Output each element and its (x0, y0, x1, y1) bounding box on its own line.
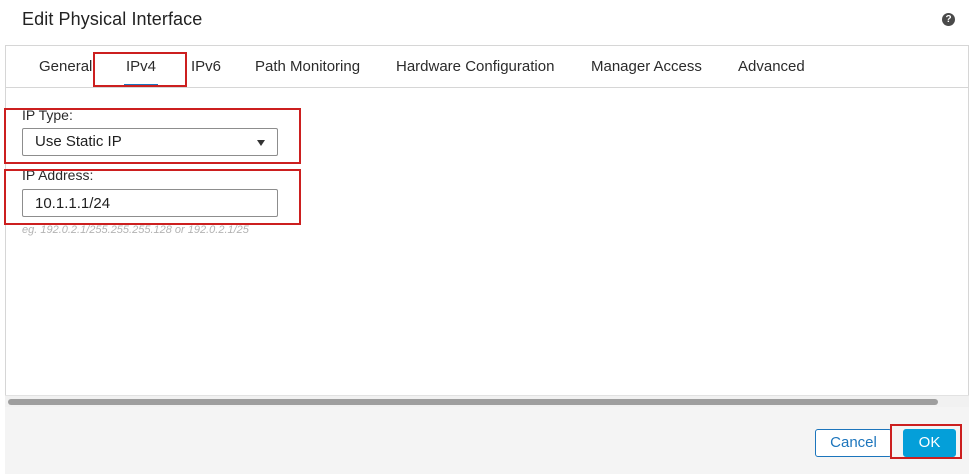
ok-button[interactable]: OK (903, 429, 956, 457)
dialog-body: General IPv4 IPv6 Path Monitoring Hardwa… (5, 45, 969, 395)
dialog-title: Edit Physical Interface (22, 9, 203, 29)
ip-address-input[interactable] (22, 189, 278, 217)
scrollbar-thumb[interactable] (8, 399, 938, 405)
ip-type-label: IP Type: (22, 107, 73, 123)
caret-down-icon (257, 140, 265, 146)
tab-advanced[interactable]: Advanced (738, 46, 805, 87)
tab-path-monitoring[interactable]: Path Monitoring (255, 46, 360, 87)
cancel-button[interactable]: Cancel (815, 429, 892, 457)
tab-general[interactable]: General (39, 46, 92, 87)
help-icon[interactable]: ? (942, 13, 955, 26)
ip-address-label: IP Address: (22, 167, 94, 183)
ip-type-value: Use Static IP (35, 133, 122, 150)
ip-type-select[interactable]: Use Static IP (22, 128, 278, 156)
tab-ipv4[interactable]: IPv4 (123, 46, 159, 87)
tab-hardware-configuration[interactable]: Hardware Configuration (396, 46, 554, 87)
ip-address-hint: eg. 192.0.2.1/255.255.255.128 or 192.0.2… (22, 224, 249, 236)
tab-bar: General IPv4 IPv6 Path Monitoring Hardwa… (6, 46, 968, 88)
horizontal-scrollbar[interactable] (5, 395, 969, 407)
tab-manager-access[interactable]: Manager Access (591, 46, 702, 87)
tab-ipv6[interactable]: IPv6 (191, 46, 221, 87)
